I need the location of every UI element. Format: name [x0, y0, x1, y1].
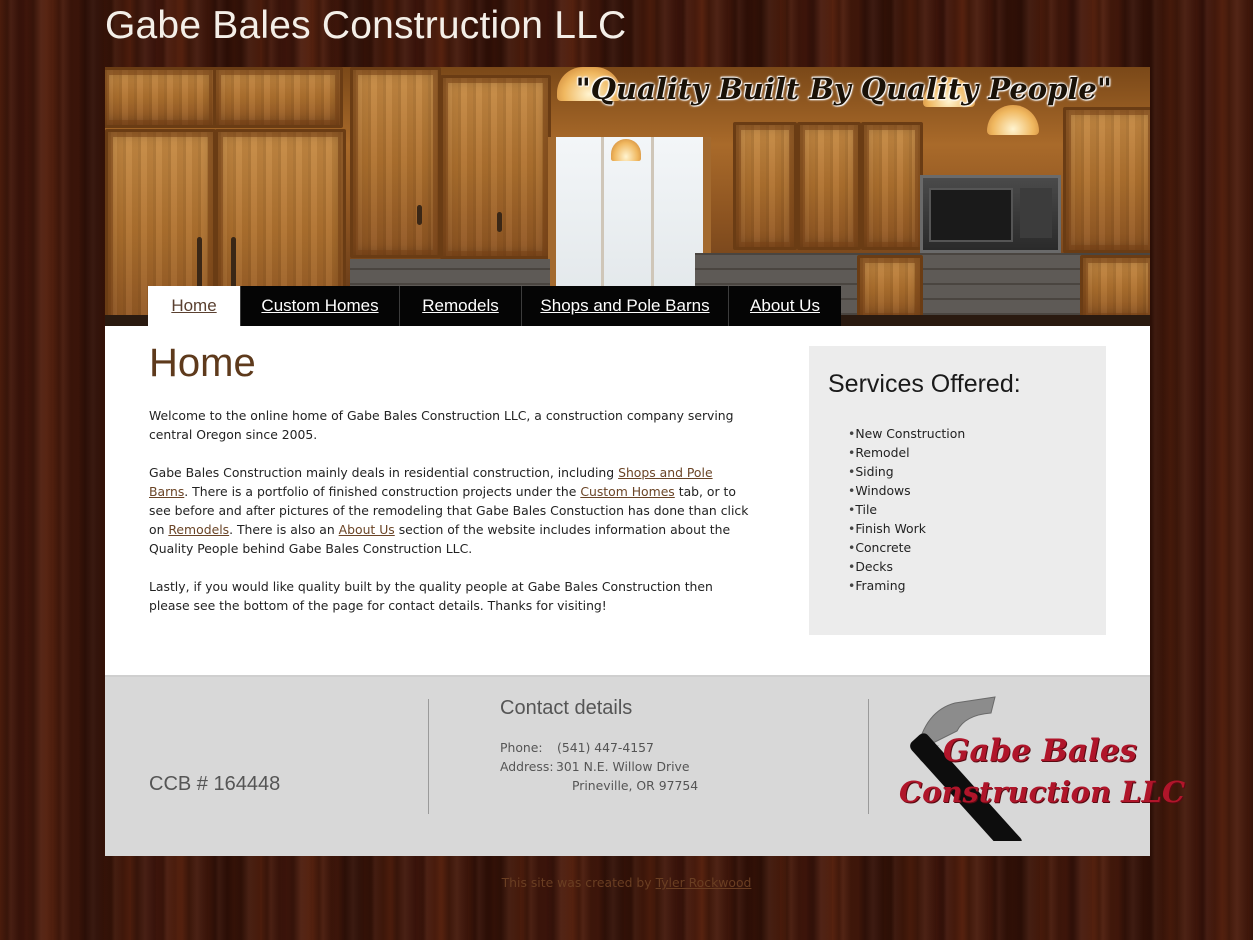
- banner-cabinet: [105, 67, 217, 128]
- page-title: Home: [149, 341, 256, 385]
- nav-link-about-us[interactable]: About Us: [750, 296, 820, 316]
- footer-divider: [868, 699, 869, 814]
- contact-details: Phone: (541) 447-4157 Address: 301 N.E. …: [500, 738, 698, 795]
- phone-label: Phone:: [500, 740, 543, 755]
- main-content-area: Home Welcome to the online home of Gabe …: [105, 326, 1150, 675]
- about-us-link[interactable]: About Us: [339, 522, 395, 537]
- service-item: Decks: [848, 557, 965, 576]
- paragraph-text: Gabe Bales Construction mainly deals in …: [149, 465, 619, 480]
- main-nav: Home Custom Homes Remodels Shops and Pol…: [148, 286, 841, 326]
- banner-microwave: [920, 175, 1061, 253]
- banner-handle: [197, 237, 202, 292]
- phone-value: (541) 447-4157: [557, 740, 654, 755]
- service-item: Siding: [848, 462, 965, 481]
- banner-microwave-door: [929, 188, 1013, 242]
- banner-handle: [497, 212, 502, 232]
- header-banner: "Quality Built By Quality People" Home C…: [105, 67, 1150, 326]
- nav-item-home[interactable]: Home: [148, 286, 240, 326]
- address-line-2: Prineville, OR 97754: [572, 778, 699, 793]
- logo-line-2: Construction LLC: [899, 775, 1186, 809]
- service-item: Finish Work: [848, 519, 965, 538]
- address-line-1: 301 N.E. Willow Drive: [556, 759, 690, 774]
- banner-cabinet: [857, 255, 923, 321]
- banner-lamp: [611, 139, 641, 161]
- credit-author-link[interactable]: Tyler Rockwood: [656, 875, 752, 890]
- banner-cabinet: [213, 67, 343, 128]
- nav-link-remodels[interactable]: Remodels: [422, 296, 499, 316]
- services-list: New Construction Remodel Siding Windows …: [848, 424, 965, 595]
- banner-handle: [231, 237, 236, 292]
- nav-item-shops-and-pole-barns[interactable]: Shops and Pole Barns: [521, 286, 728, 326]
- footer-divider: [428, 699, 429, 814]
- nav-link-custom-homes[interactable]: Custom Homes: [261, 296, 378, 316]
- site-title: Gabe Bales Construction LLC: [105, 4, 627, 47]
- banner-cabinet: [797, 122, 861, 250]
- footer: CCB # 164448 Contact details Phone: (541…: [105, 675, 1185, 856]
- nav-item-remodels[interactable]: Remodels: [399, 286, 521, 326]
- address-label: Address:: [500, 759, 554, 774]
- logo-line-1: Gabe Bales: [943, 733, 1137, 769]
- nav-item-about-us[interactable]: About Us: [728, 286, 841, 326]
- paragraph-text: . There is a portfolio of finished const…: [184, 484, 581, 499]
- banner-cabinet: [440, 75, 551, 259]
- services-sidebar: Services Offered: New Construction Remod…: [809, 346, 1106, 635]
- banner-cabinet: [861, 122, 923, 250]
- phone-row: Phone: (541) 447-4157: [500, 738, 698, 757]
- intro-paragraph: Welcome to the online home of Gabe Bales…: [149, 408, 734, 442]
- closing-paragraph: Lastly, if you would like quality built …: [149, 579, 713, 613]
- company-logo: Gabe Bales Construction LLC: [895, 691, 1185, 841]
- services-title: Services Offered:: [828, 370, 1021, 398]
- service-item: Tile: [848, 500, 965, 519]
- paragraph-text: . There is also an: [229, 522, 339, 537]
- service-item: Concrete: [848, 538, 965, 557]
- intro-text: Welcome to the online home of Gabe Bales…: [149, 406, 749, 634]
- address-row: Address: 301 N.E. Willow Drive: [500, 757, 698, 776]
- page-wrapper: "Quality Built By Quality People" Home C…: [105, 67, 1185, 856]
- service-item: Framing: [848, 576, 965, 595]
- custom-homes-link[interactable]: Custom Homes: [580, 484, 674, 499]
- remodels-link[interactable]: Remodels: [168, 522, 229, 537]
- credit-text: This site was created by: [501, 875, 656, 890]
- service-item: Remodel: [848, 443, 965, 462]
- portfolio-paragraph: Gabe Bales Construction mainly deals in …: [149, 463, 749, 558]
- banner-cabinet: [350, 67, 441, 258]
- service-item: Windows: [848, 481, 965, 500]
- nav-link-home[interactable]: Home: [171, 296, 216, 316]
- banner-lamp: [987, 105, 1039, 135]
- banner-cabinet: [1063, 107, 1150, 253]
- banner-handle: [417, 205, 422, 225]
- nav-item-custom-homes[interactable]: Custom Homes: [240, 286, 399, 326]
- site-credit: This site was created by Tyler Rockwood: [0, 875, 1253, 890]
- banner-cabinet: [733, 122, 797, 250]
- nav-link-shops-and-pole-barns[interactable]: Shops and Pole Barns: [540, 296, 709, 316]
- tagline: "Quality Built By Quality People": [575, 72, 1112, 106]
- ccb-number: CCB # 164448: [149, 773, 281, 795]
- banner-cabinet: [1080, 255, 1150, 321]
- contact-title: Contact details: [500, 697, 633, 719]
- banner-microwave-pad: [1020, 188, 1052, 238]
- service-item: New Construction: [848, 424, 965, 443]
